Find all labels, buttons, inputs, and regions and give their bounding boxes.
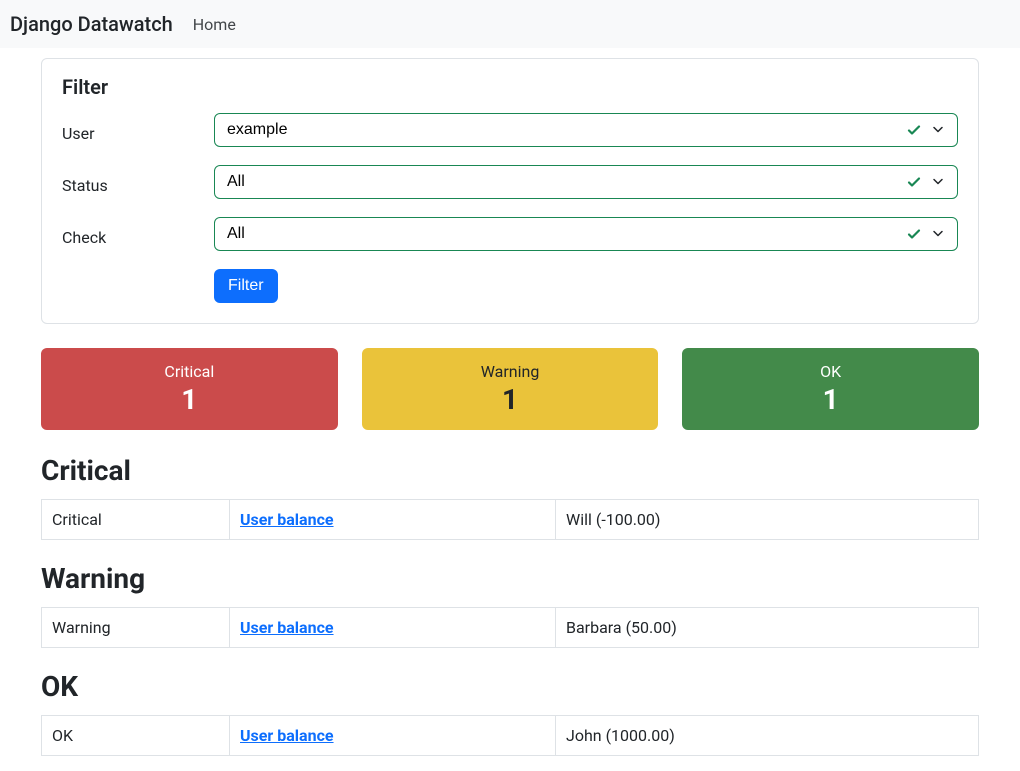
status-card-label: OK [692,362,969,381]
section-title-critical: Critical [41,454,979,487]
cell-payload: Barbara (50.00) [556,608,979,648]
cell-check: User balance [230,608,556,648]
check-link[interactable]: User balance [240,726,334,745]
status-select[interactable] [214,165,958,199]
cell-payload: Will (-100.00) [556,500,979,540]
check-link[interactable]: User balance [240,510,334,529]
section-title-ok: OK [41,670,979,703]
table-warning: Warning User balance Barbara (50.00) [41,607,979,648]
filter-label-check: Check [62,222,214,247]
cell-payload: John (1000.00) [556,716,979,756]
status-card-label: Critical [51,362,328,381]
filter-label-user: User [62,118,214,143]
status-cards: Critical 1 Warning 1 OK 1 [41,348,979,430]
section-title-warning: Warning [41,562,979,595]
status-card-label: Warning [372,362,649,381]
filter-title: Filter [62,75,958,99]
cell-status: Critical [42,500,230,540]
status-card-warning[interactable]: Warning 1 [362,348,659,430]
filter-label-status: Status [62,170,214,195]
nav-link-home[interactable]: Home [193,15,236,34]
filter-button[interactable]: Filter [214,269,278,303]
cell-check: User balance [230,716,556,756]
filter-card: Filter User Status [41,58,979,324]
status-card-critical[interactable]: Critical 1 [41,348,338,430]
navbar-brand[interactable]: Django Datawatch [10,12,173,36]
user-select[interactable] [214,113,958,147]
table-row: Warning User balance Barbara (50.00) [42,608,979,648]
navbar: Django Datawatch Home [0,0,1020,48]
table-row: OK User balance John (1000.00) [42,716,979,756]
status-card-count: 1 [692,383,969,416]
cell-status: Warning [42,608,230,648]
status-card-count: 1 [51,383,328,416]
table-ok: OK User balance John (1000.00) [41,715,979,756]
table-critical: Critical User balance Will (-100.00) [41,499,979,540]
check-select[interactable] [214,217,958,251]
check-link[interactable]: User balance [240,618,334,637]
table-row: Critical User balance Will (-100.00) [42,500,979,540]
status-card-count: 1 [372,383,649,416]
cell-status: OK [42,716,230,756]
status-card-ok[interactable]: OK 1 [682,348,979,430]
cell-check: User balance [230,500,556,540]
